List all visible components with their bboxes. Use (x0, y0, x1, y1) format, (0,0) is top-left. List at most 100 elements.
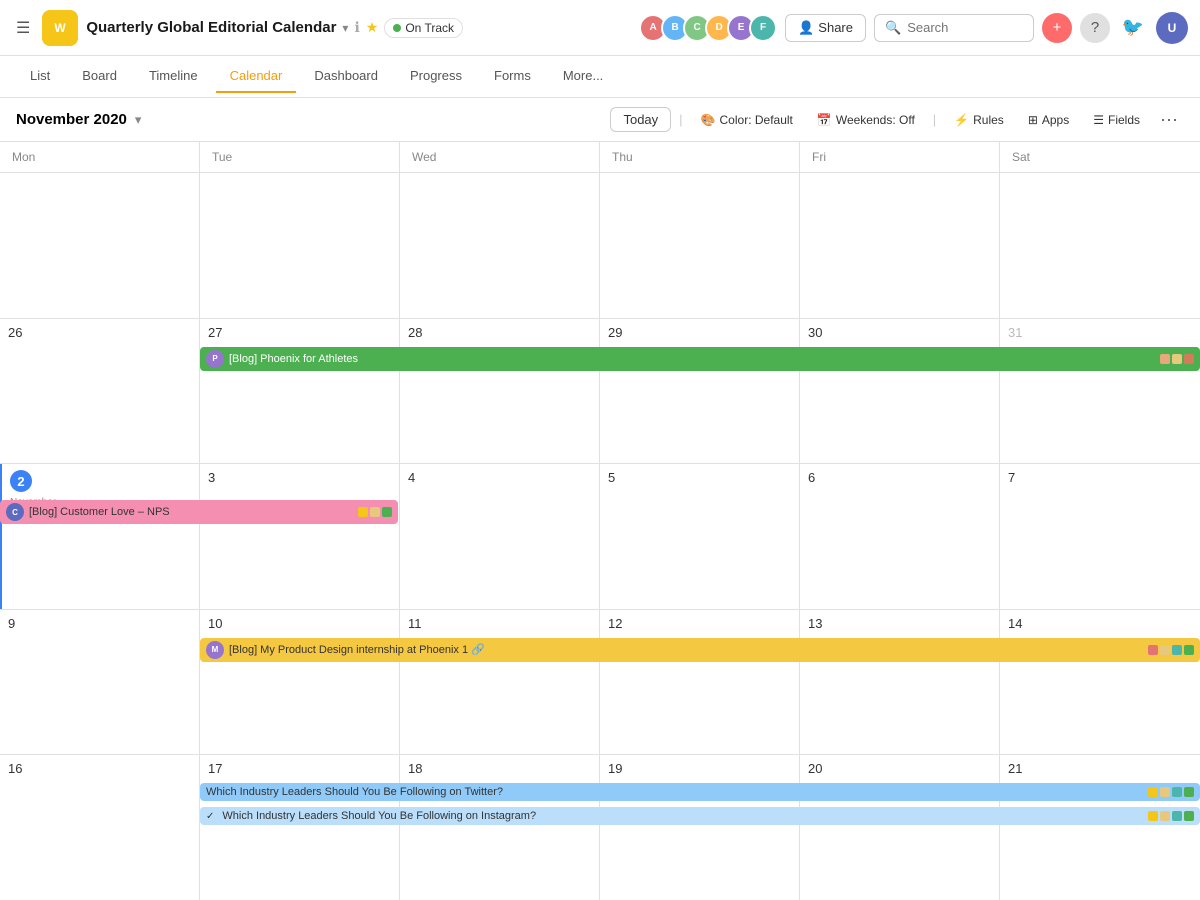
help-button[interactable]: ? (1080, 13, 1110, 43)
cal-cell-29[interactable]: 29 (600, 319, 800, 464)
tab-more[interactable]: More... (549, 60, 617, 93)
calendar-days-header: Mon Tue Wed Thu Fri Sat (0, 142, 1200, 173)
search-input[interactable] (907, 20, 1023, 35)
star-icon[interactable]: ★ (366, 19, 379, 36)
search-box[interactable]: 🔍 (874, 14, 1034, 42)
priority-dot (1148, 645, 1158, 655)
tab-forms[interactable]: Forms (480, 60, 545, 93)
priority-dot (1172, 787, 1182, 797)
nav-right: A B C D E F 👤 Share 🔍 + ? 🐦 U (639, 12, 1188, 44)
day-number: 4 (408, 470, 415, 485)
tab-calendar[interactable]: Calendar (216, 60, 297, 93)
cal-cell[interactable] (600, 173, 800, 318)
cal-cell-31[interactable]: 31 (1000, 319, 1200, 464)
notifications-icon[interactable]: 🐦 (1118, 13, 1148, 43)
priority-dot (382, 507, 392, 517)
priority-dot (1148, 787, 1158, 797)
day-number: 2 (10, 470, 32, 492)
event-instagram[interactable]: ✓ Which Industry Leaders Should You Be F… (200, 807, 1200, 825)
event-dots (358, 507, 392, 517)
cal-cell[interactable] (400, 173, 600, 318)
cal-cell-17[interactable]: 17 (200, 755, 400, 900)
more-options-button[interactable]: ··· (1154, 107, 1184, 132)
event-title: [Blog] Phoenix for Athletes (229, 353, 1155, 365)
rules-button[interactable]: ⚡ Rules (944, 109, 1014, 131)
cal-cell-16[interactable]: 16 (0, 755, 200, 900)
day-number: 26 (8, 325, 22, 340)
cal-cell-nov2[interactable]: 2 November (0, 464, 200, 609)
event-title: [Blog] Customer Love – NPS (29, 506, 353, 518)
cal-cell-6[interactable]: 6 (800, 464, 1000, 609)
avatar[interactable]: F (749, 14, 777, 42)
day-number: 17 (208, 761, 222, 776)
app-logo: W (42, 10, 78, 46)
color-icon: 🎨 (701, 113, 716, 127)
cal-cell-9[interactable]: 9 (0, 610, 200, 755)
event-customer-love[interactable]: C [Blog] Customer Love – NPS (0, 500, 398, 524)
day-header-thu: Thu (600, 142, 800, 172)
cal-cell-30[interactable]: 30 (800, 319, 1000, 464)
fields-icon: ☰ (1093, 113, 1104, 127)
day-number: 3 (208, 470, 215, 485)
day-number: 7 (1008, 470, 1015, 485)
tab-timeline[interactable]: Timeline (135, 60, 212, 93)
info-icon[interactable]: ℹ (354, 19, 359, 36)
event-avatar: P (206, 350, 224, 368)
separator: | (933, 112, 936, 127)
color-button[interactable]: 🎨 Color: Default (691, 109, 803, 131)
event-dots (1148, 645, 1194, 655)
share-button[interactable]: 👤 Share (785, 14, 866, 42)
cal-cell-20[interactable]: 20 (800, 755, 1000, 900)
tab-list[interactable]: List (16, 60, 64, 93)
tab-dashboard[interactable]: Dashboard (300, 60, 392, 93)
event-product-design[interactable]: M [Blog] My Product Design internship at… (200, 638, 1200, 662)
title-caret-icon[interactable]: ▾ (342, 21, 348, 35)
cal-cell[interactable] (1000, 173, 1200, 318)
day-number: 6 (808, 470, 815, 485)
cal-cell-27[interactable]: 27 (200, 319, 400, 464)
event-avatar: M (206, 641, 224, 659)
tab-board[interactable]: Board (68, 60, 131, 93)
cal-cell-28[interactable]: 28 (400, 319, 600, 464)
cal-cell-7[interactable]: 7 (1000, 464, 1200, 609)
cal-cell-4[interactable]: 4 (400, 464, 600, 609)
cal-cell-13[interactable]: 13 (800, 610, 1000, 755)
priority-dot (1184, 811, 1194, 821)
user-avatar[interactable]: U (1156, 12, 1188, 44)
event-title: Which Industry Leaders Should You Be Fol… (206, 786, 1143, 798)
cal-cell-14[interactable]: 14 (1000, 610, 1200, 755)
cal-cell-19[interactable]: 19 (600, 755, 800, 900)
priority-dot (1160, 811, 1170, 821)
month-caret-icon[interactable]: ▾ (135, 112, 142, 128)
menu-icon[interactable]: ☰ (12, 14, 34, 42)
cal-cell[interactable] (800, 173, 1000, 318)
fields-label: Fields (1108, 113, 1140, 127)
cal-cell-10[interactable]: 10 (200, 610, 400, 755)
cal-cell[interactable] (0, 173, 200, 318)
project-title: Quarterly Global Editorial Calendar (86, 19, 336, 36)
weekends-button[interactable]: 📅 Weekends: Off (807, 109, 925, 131)
tab-progress[interactable]: Progress (396, 60, 476, 93)
event-phoenix-athletes[interactable]: P [Blog] Phoenix for Athletes (200, 347, 1200, 371)
priority-dot (1172, 645, 1182, 655)
calendar-week-1 (0, 173, 1200, 319)
apps-button[interactable]: ⊞ Apps (1018, 109, 1079, 131)
cal-cell[interactable] (200, 173, 400, 318)
cal-cell-3[interactable]: 3 (200, 464, 400, 609)
cal-cell-12[interactable]: 12 (600, 610, 800, 755)
add-button[interactable]: + (1042, 13, 1072, 43)
cal-cell-18[interactable]: 18 (400, 755, 600, 900)
rules-label: Rules (973, 113, 1004, 127)
weekends-label: Weekends: Off (836, 113, 915, 127)
cal-cell-21[interactable]: 21 (1000, 755, 1200, 900)
day-number: 19 (608, 761, 622, 776)
calendar-week-4: 9 10 11 12 13 14 M [Blog] My Product Des… (0, 610, 1200, 756)
status-badge[interactable]: On Track (384, 18, 463, 38)
event-twitter[interactable]: Which Industry Leaders Should You Be Fol… (200, 783, 1200, 801)
today-button[interactable]: Today (610, 107, 671, 132)
fields-button[interactable]: ☰ Fields (1083, 109, 1150, 131)
cal-cell-26[interactable]: 26 (0, 319, 200, 464)
checkmark-icon: ✓ (206, 811, 214, 822)
cal-cell-5[interactable]: 5 (600, 464, 800, 609)
cal-cell-11[interactable]: 11 (400, 610, 600, 755)
